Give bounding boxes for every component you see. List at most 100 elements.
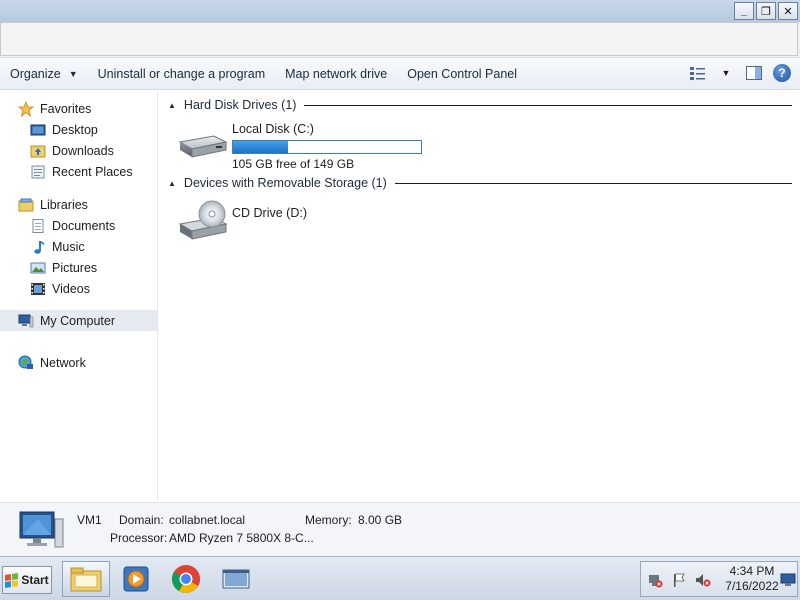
hard-disk-drives-group-header[interactable]: ▲ Hard Disk Drives (1) <box>168 96 792 114</box>
notification-area: 4:34 PM 7/16/2022 <box>640 561 798 597</box>
preview-pane-button[interactable] <box>744 63 764 83</box>
system-clock[interactable]: 4:34 PM 7/16/2022 <box>719 564 785 594</box>
view-dropdown-button[interactable]: ▼ <box>716 63 736 83</box>
sidebar-item-label: Desktop <box>52 122 98 137</box>
network-icon <box>18 355 34 371</box>
recent-places-icon <box>30 164 46 180</box>
taskbar-media-player-button[interactable] <box>112 561 160 597</box>
details-pane: VM1 Domain: collabnet.local Memory: 8.00… <box>0 502 800 556</box>
processor-value: AMD Ryzen 7 5800X 8-C... <box>169 531 314 545</box>
drive-name: CD Drive (D:) <box>232 206 307 220</box>
address-bar-area <box>0 22 800 58</box>
desktop-icon <box>30 122 46 138</box>
collapse-triangle-icon: ▲ <box>168 178 176 188</box>
local-disk-c-item[interactable]: Local Disk (C:) 105 GB free of 149 GB <box>176 120 422 171</box>
clock-date: 7/16/2022 <box>725 579 779 593</box>
drives-view: ▲ Hard Disk Drives (1) Local Disk (C:) 1… <box>160 90 800 502</box>
open-control-panel-button[interactable]: Open Control Panel <box>397 61 527 87</box>
drive-usage-bar <box>232 140 422 154</box>
sidebar-item-label: My Computer <box>40 313 116 328</box>
domain-label: Domain: <box>119 513 164 527</box>
sidebar-item-desktop[interactable]: Desktop <box>0 119 157 140</box>
taskbar-remote-desktop-button[interactable] <box>212 561 260 597</box>
map-network-drive-button[interactable]: Map network drive <box>275 61 397 87</box>
computer-name: VM1 <box>77 513 102 527</box>
sidebar-item-label: Recent Places <box>52 164 133 179</box>
downloads-folder-icon <box>30 143 46 159</box>
view-options-icon <box>690 67 705 80</box>
chevron-down-icon: ▼ <box>68 68 78 79</box>
action-center-flag-icon[interactable] <box>671 572 687 591</box>
help-button[interactable]: ? <box>772 63 792 83</box>
computer-icon <box>18 313 34 329</box>
libraries-group: Libraries Documents Music Pictures Video… <box>0 194 157 299</box>
start-label: Start <box>21 573 49 587</box>
folder-icon <box>70 567 102 592</box>
show-desktop-button[interactable] <box>780 573 796 587</box>
sidebar-item-downloads[interactable]: Downloads <box>0 140 157 161</box>
sidebar-item-label: Music <box>52 239 85 254</box>
documents-icon <box>30 218 46 234</box>
chrome-icon <box>172 565 200 593</box>
taskbar: Start 4:34 PM 7/16/2022 <box>0 556 800 600</box>
favorites-group: Favorites Desktop Downloads Recent Place… <box>0 98 157 182</box>
memory-value: 8.00 GB <box>358 513 403 527</box>
drive-name: Local Disk (C:) <box>232 122 314 136</box>
sidebar-item-music[interactable]: Music <box>0 236 157 257</box>
start-button[interactable]: Start <box>2 566 52 594</box>
sidebar-item-label: Documents <box>52 218 116 233</box>
sidebar-item-videos[interactable]: Videos <box>0 278 157 299</box>
command-bar: Organize ▼ Uninstall or change a program… <box>0 58 800 90</box>
drive-free-space: 105 GB free of 149 GB <box>232 157 355 171</box>
group-header-label: Hard Disk Drives (1) <box>183 98 297 112</box>
clock-time: 4:34 PM <box>729 564 775 578</box>
drive-usage-fill <box>233 141 289 153</box>
minimize-button[interactable]: _ <box>734 2 754 20</box>
group-header-label: Devices with Removable Storage (1) <box>183 176 387 190</box>
window-icon <box>222 569 250 589</box>
processor-label: Processor: <box>110 531 168 545</box>
media-player-icon <box>123 566 149 592</box>
hard-drive-icon <box>178 135 228 158</box>
sidebar-item-label: Videos <box>52 281 90 296</box>
sidebar-item-pictures[interactable]: Pictures <box>0 257 157 278</box>
sidebar-item-recent-places[interactable]: Recent Places <box>0 161 157 182</box>
volume-muted-icon[interactable] <box>695 572 711 591</box>
chevron-down-icon: ▼ <box>721 68 731 78</box>
help-icon: ? <box>773 64 791 82</box>
drive-info: CD Drive (D:) <box>232 198 307 244</box>
collapse-triangle-icon: ▲ <box>168 100 176 110</box>
cd-drive-d-item[interactable]: CD Drive (D:) <box>176 198 307 244</box>
sidebar-item-label: Favorites <box>40 101 92 116</box>
group-divider <box>394 182 792 184</box>
sidebar-item-my-computer[interactable]: My Computer <box>0 310 157 331</box>
monitor-icon <box>780 573 796 586</box>
uninstall-program-button[interactable]: Uninstall or change a program <box>88 61 275 87</box>
network-status-icon[interactable] <box>647 572 663 591</box>
drive-info: Local Disk (C:) 105 GB free of 149 GB <box>232 120 422 171</box>
sidebar-item-documents[interactable]: Documents <box>0 215 157 236</box>
maximize-button[interactable]: ❐ <box>756 2 776 20</box>
close-button[interactable]: ✕ <box>778 2 798 20</box>
sidebar-item-favorites[interactable]: Favorites <box>0 98 157 119</box>
music-note-icon <box>30 239 46 255</box>
taskbar-chrome-button[interactable] <box>162 561 210 597</box>
computer-icon <box>19 511 64 548</box>
sidebar-item-libraries[interactable]: Libraries <box>0 194 157 215</box>
domain-value: collabnet.local <box>169 513 246 527</box>
windows-logo-icon <box>5 572 19 588</box>
title-bar: _ ❐ ✕ <box>0 0 800 22</box>
sidebar-item-label: Libraries <box>40 197 88 212</box>
sidebar-item-label: Pictures <box>52 260 98 275</box>
sidebar-item-network[interactable]: Network <box>0 352 157 373</box>
star-icon <box>18 100 34 117</box>
sidebar-item-label: Downloads <box>52 143 114 158</box>
organize-menu[interactable]: Organize ▼ <box>0 61 88 87</box>
libraries-icon <box>18 197 34 213</box>
memory-label: Memory: <box>305 513 352 527</box>
taskbar-explorer-button[interactable] <box>62 561 110 597</box>
removable-storage-group-header[interactable]: ▲ Devices with Removable Storage (1) <box>168 174 792 192</box>
address-bar[interactable] <box>0 22 798 56</box>
group-divider <box>304 104 792 106</box>
change-view-button[interactable] <box>688 63 708 83</box>
